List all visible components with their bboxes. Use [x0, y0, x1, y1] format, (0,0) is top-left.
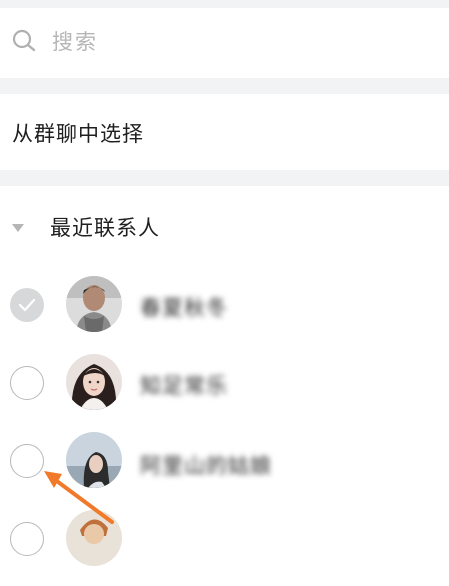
section-divider: [0, 170, 449, 186]
contact-name: 春夏秋冬: [140, 296, 228, 320]
contact-checkbox[interactable]: [10, 288, 44, 322]
recent-contacts-label: 最近联系人: [50, 216, 160, 240]
contact-name: 知足常乐: [140, 374, 228, 398]
search-icon: [12, 29, 36, 52]
contact-checkbox[interactable]: [10, 444, 44, 478]
avatar: [66, 432, 122, 488]
contact-row[interactable]: 阿里山的姑娘: [0, 426, 449, 506]
contact-checkbox[interactable]: [10, 366, 44, 400]
contact-row[interactable]: 春夏秋冬: [0, 266, 449, 346]
contact-row[interactable]: [0, 506, 449, 586]
select-from-group-chat-row[interactable]: 从群聊中选择: [0, 94, 449, 170]
section-divider: [0, 78, 449, 94]
avatar: [66, 510, 122, 566]
check-icon: [18, 298, 36, 312]
avatar: [66, 276, 122, 332]
select-from-group-chat-label: 从群聊中选择: [12, 122, 144, 146]
contact-checkbox[interactable]: [10, 522, 44, 556]
search-placeholder[interactable]: 搜索: [52, 26, 98, 56]
search-bar[interactable]: 搜索: [0, 8, 449, 72]
contact-name: 阿里山的姑娘: [140, 454, 272, 478]
avatar: [66, 354, 122, 410]
contact-row[interactable]: 知足常乐: [0, 346, 449, 426]
top-divider: [0, 0, 449, 8]
collapse-triangle-icon[interactable]: [11, 223, 25, 233]
